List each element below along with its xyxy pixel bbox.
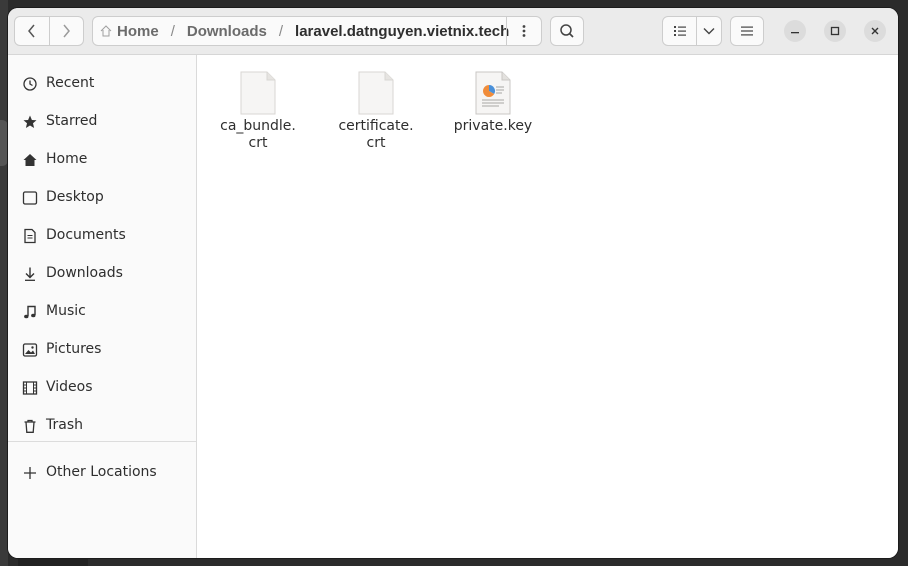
desktop-icon: [22, 191, 38, 205]
minimize-button[interactable]: [784, 20, 806, 42]
film-icon: [22, 381, 38, 395]
file-name: private.key: [453, 118, 533, 134]
sidebar-item-documents[interactable]: Documents: [8, 218, 196, 254]
home-icon: [23, 154, 37, 166]
sidebar-item-label: Home: [46, 151, 88, 167]
close-button[interactable]: [864, 20, 886, 42]
star-icon: [23, 115, 37, 128]
sidebar-item-label: Other Locations: [46, 464, 157, 480]
maximize-button[interactable]: [824, 20, 846, 42]
file-item-certificate[interactable]: certificate. crt: [326, 63, 426, 158]
maximize-icon: [830, 26, 840, 36]
chevron-down-icon: [703, 28, 715, 35]
view-switcher: [662, 16, 722, 46]
sidebar-item-videos[interactable]: Videos: [8, 370, 196, 406]
crumb-separator: /: [170, 22, 175, 40]
trash-icon: [24, 419, 36, 433]
sidebar-item-trash[interactable]: Trash: [8, 408, 196, 444]
sidebar-item-label: Videos: [46, 379, 93, 395]
back-button[interactable]: [15, 17, 49, 45]
sidebar-item-downloads[interactable]: Downloads: [8, 256, 196, 292]
vertical-dots-icon: [522, 25, 526, 37]
sidebar-item-starred[interactable]: Starred: [8, 104, 196, 140]
sidebar-divider: [8, 441, 196, 442]
sidebar-item-pictures[interactable]: Pictures: [8, 332, 196, 368]
file-item-ca-bundle[interactable]: ca_bundle. crt: [208, 63, 308, 158]
sidebar-item-label: Starred: [46, 113, 98, 129]
chevron-left-icon: [27, 24, 35, 38]
sidebar-item-recent[interactable]: Recent: [8, 66, 196, 102]
crumb-home[interactable]: Home: [117, 23, 159, 40]
sidebar-item-other-locations[interactable]: Other Locations: [8, 455, 196, 491]
sidebar-item-desktop[interactable]: Desktop: [8, 180, 196, 216]
view-options-button[interactable]: [696, 17, 721, 45]
file-item-private-key[interactable]: private.key: [443, 63, 543, 158]
close-icon: [871, 27, 879, 35]
chevron-right-icon: [63, 24, 71, 38]
sidebar-item-label: Music: [46, 303, 86, 319]
main-menu-button[interactable]: [730, 16, 764, 46]
crumb-downloads[interactable]: Downloads: [187, 23, 267, 40]
sidebar-item-label: Pictures: [46, 341, 102, 357]
sidebar: Recent Starred Home Desktop Documents Do…: [8, 55, 197, 558]
sidebar-item-label: Trash: [46, 417, 83, 433]
forward-button[interactable]: [48, 17, 84, 45]
list-view-button[interactable]: [663, 17, 696, 45]
sidebar-item-music[interactable]: Music: [8, 294, 196, 330]
dock-edge: [0, 120, 8, 166]
file-name: ca_bundle. crt: [220, 118, 296, 151]
download-icon: [25, 267, 35, 281]
plus-icon: [24, 467, 36, 479]
blank-file-icon: [358, 71, 394, 115]
navigation-buttons: [14, 16, 84, 46]
blank-file-icon: [240, 71, 276, 115]
file-manager-window: Home / Downloads / laravel.datnguyen.vie…: [8, 8, 898, 558]
desktop-background: [0, 0, 8, 566]
document-icon: [24, 228, 36, 244]
picture-icon: [22, 343, 38, 357]
list-view-icon: [673, 26, 686, 36]
hamburger-menu-icon: [741, 26, 753, 36]
crumb-separator: /: [278, 22, 284, 40]
sidebar-item-label: Recent: [46, 75, 95, 91]
key-file-icon: [475, 71, 511, 115]
sidebar-item-label: Desktop: [46, 189, 104, 205]
search-button[interactable]: [550, 16, 584, 46]
music-icon: [24, 305, 36, 319]
header-bar: Home / Downloads / laravel.datnguyen.vie…: [8, 8, 898, 55]
crumb-current-folder[interactable]: laravel.datnguyen.vietnix.tech: [295, 23, 509, 40]
path-bar: Home / Downloads / laravel.datnguyen.vie…: [92, 16, 542, 46]
search-icon: [560, 24, 574, 38]
file-name: certificate. crt: [338, 118, 414, 151]
path-menu-button[interactable]: [506, 17, 541, 45]
clock-icon: [23, 77, 37, 91]
sidebar-item-label: Downloads: [46, 265, 123, 281]
sidebar-item-label: Documents: [46, 227, 126, 243]
minimize-icon: [791, 32, 799, 34]
file-view: ca_bundle. crt certificate. crt private.…: [197, 55, 898, 558]
home-icon: [100, 25, 112, 37]
sidebar-item-home[interactable]: Home: [8, 142, 196, 178]
